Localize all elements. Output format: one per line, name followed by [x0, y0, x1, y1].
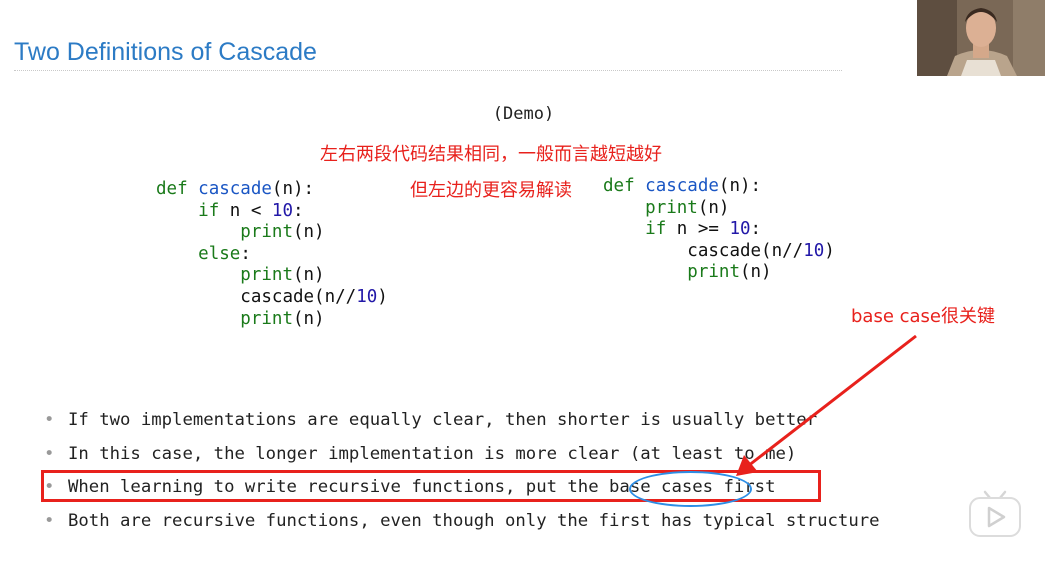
play-button-icon[interactable]: [968, 488, 1022, 538]
annotation-arrow: [736, 334, 917, 476]
